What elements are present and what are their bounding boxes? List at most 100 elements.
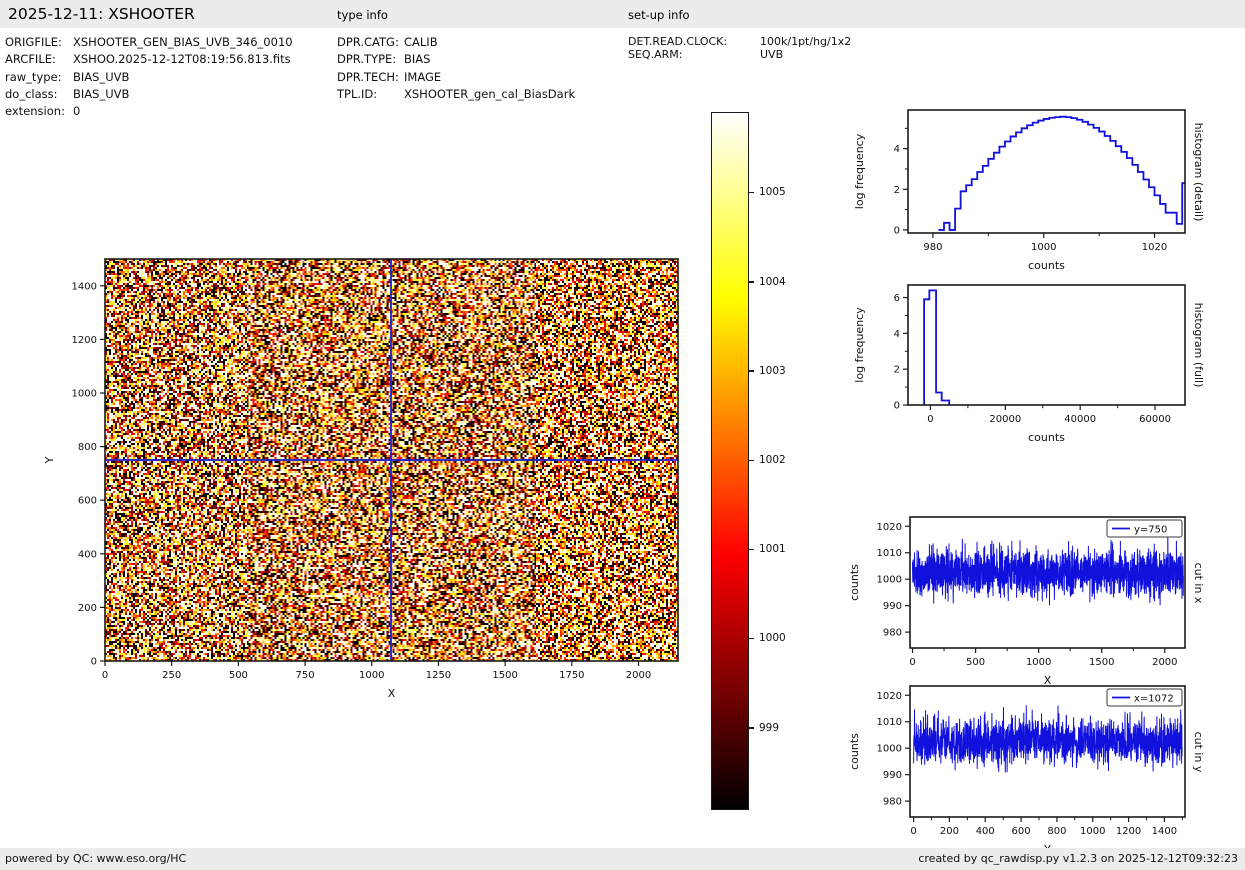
- svg-text:4: 4: [894, 329, 900, 340]
- type-info-block: DPR.CATG: CALIB DPR.TYPE: BIAS DPR.TECH: IMAG…: [337, 34, 575, 103]
- page-title: 2025-12-11: XSHOOTER: [8, 5, 195, 23]
- svg-text:400: 400: [78, 549, 97, 560]
- svg-text:1400: 1400: [72, 281, 97, 292]
- type-info-value: CALIB: [404, 35, 438, 49]
- file-info-value: BIAS_UVB: [73, 86, 130, 101]
- setup-info-key: SEQ.ARM:: [628, 48, 683, 61]
- svg-text:1500: 1500: [1089, 657, 1114, 668]
- file-info-value: BIAS_UVB: [73, 69, 130, 84]
- svg-text:2: 2: [894, 185, 900, 196]
- svg-text:980: 980: [883, 628, 902, 639]
- type-info-key: DPR.TYPE:: [337, 52, 397, 67]
- file-info-block: ORIGFILE: XSHOOTER_GEN_BIAS_UVB_346_0010 A…: [5, 34, 293, 120]
- svg-text:500: 500: [966, 657, 985, 668]
- svg-text:1200: 1200: [1116, 826, 1141, 837]
- svg-text:1750: 1750: [559, 670, 584, 681]
- cut_x-ylabel: counts: [848, 564, 861, 601]
- svg-text:0: 0: [102, 670, 108, 681]
- colorbar-tick: [749, 459, 754, 461]
- type-info-key: DPR.CATG:: [337, 35, 399, 49]
- cut-x-right-label: cut in x: [1192, 562, 1205, 603]
- file-info-row: do_class: BIAS_UVB: [5, 86, 293, 103]
- cut-y-right-label: cut in y: [1192, 731, 1205, 772]
- svg-text:750: 750: [296, 670, 315, 681]
- svg-text:2000: 2000: [1152, 657, 1177, 668]
- svg-text:1020: 1020: [1142, 242, 1167, 253]
- file-info-row: ARCFILE: XSHOO.2025-12-12T08:19:56.813.fi…: [5, 51, 293, 68]
- svg-text:1000: 1000: [877, 744, 902, 755]
- svg-text:500: 500: [229, 670, 248, 681]
- setup-info-row: SEQ.ARM: UVB: [628, 48, 851, 61]
- file-info-row: raw_type: BIAS_UVB: [5, 69, 293, 86]
- main-image-plot: 0 250 500 750 1000 1250 1500 1750 2000 0 200 400 600…: [43, 258, 679, 700]
- colorbar-tick-label: 1000: [759, 632, 786, 645]
- type-info-value: XSHOOTER_gen_cal_BiasDark: [404, 86, 576, 101]
- colorbar-tick: [749, 191, 754, 194]
- cut_y-legend-label: x=1072: [1134, 694, 1174, 705]
- svg-text:800: 800: [1047, 826, 1066, 837]
- type-info-row: DPR.TYPE: BIAS: [337, 51, 575, 68]
- cut_x-legend-label: y=750: [1134, 525, 1167, 536]
- colorbar-tick-label: 999: [759, 721, 780, 734]
- cut-y-plot: 0 200 400 600 800 1000 1200 1400 980 990 1000 1010 1…: [848, 685, 1186, 856]
- svg-text:1020: 1020: [877, 522, 902, 533]
- svg-text:400: 400: [976, 826, 995, 837]
- cut_x-legend: y=750: [1106, 519, 1183, 538]
- svg-text:1020: 1020: [877, 691, 902, 702]
- svg-text:2000: 2000: [626, 670, 651, 681]
- svg-text:1000: 1000: [1026, 657, 1051, 668]
- setup-info-block: DET.READ.CLOCK: 100k/1pt/hg/1x2 SEQ.ARM: UV…: [628, 35, 851, 61]
- svg-text:600: 600: [1012, 826, 1031, 837]
- svg-text:200: 200: [78, 603, 97, 614]
- file-info-key: extension:: [5, 104, 65, 119]
- type-info-row: TPL.ID: XSHOOTER_gen_cal_BiasDark: [337, 86, 575, 103]
- hist_full-xlabel: counts: [1028, 431, 1065, 444]
- svg-text:4: 4: [894, 144, 900, 155]
- file-info-value: XSHOO.2025-12-12T08:19:56.813.fits: [73, 52, 291, 67]
- svg-text:800: 800: [78, 442, 97, 453]
- svg-text:1000: 1000: [359, 670, 384, 681]
- svg-text:1000: 1000: [1031, 242, 1056, 253]
- setup-info-value: 100k/1pt/hg/1x2: [760, 35, 852, 48]
- svg-text:250: 250: [162, 670, 181, 681]
- file-info-key: ARCFILE:: [5, 52, 56, 67]
- type-info-value: IMAGE: [404, 69, 442, 84]
- hist_full-ylabel: log frequency: [853, 307, 866, 383]
- svg-text:0: 0: [910, 826, 916, 837]
- hist-full-plot: 0 20000 40000 60000 0 2 4 6 counts log frequency: [853, 284, 1186, 444]
- file-info-row: extension: 0: [5, 103, 293, 120]
- cut-x-plot: 0 500 1000 1500 2000980990100010101020Xcount…: [848, 516, 1186, 687]
- svg-text:200: 200: [940, 826, 959, 837]
- main_image-ylabel: Y: [43, 456, 56, 464]
- hist-detail-plot: 980 1000 1020024countslog frequency: [853, 109, 1186, 272]
- svg-text:1010: 1010: [877, 548, 902, 559]
- footer-bar: powered by QC: www.eso.org/HC created by…: [0, 848, 1245, 870]
- file-info-key: do_class:: [5, 86, 58, 101]
- svg-text:0: 0: [894, 401, 900, 412]
- colorbar-tick: [749, 637, 754, 640]
- header-bar: 2025-12-11: XSHOOTER type info set-up in…: [0, 0, 1245, 28]
- colorbar-tick-label: 1005: [759, 186, 786, 199]
- cut_y-ylabel: counts: [848, 733, 861, 770]
- colorbar-tick-label: 1001: [759, 543, 786, 556]
- svg-text:6: 6: [894, 293, 900, 304]
- hist-full-right-label: histogram (full): [1192, 302, 1205, 388]
- colorbar-tick: [749, 370, 754, 372]
- svg-text:1000: 1000: [72, 389, 97, 400]
- colorbar-tick-label: 1004: [759, 275, 786, 288]
- colorbar-tick-label: 1003: [759, 364, 786, 377]
- svg-text:2: 2: [894, 365, 900, 376]
- file-info-value: 0: [73, 104, 81, 119]
- svg-text:980: 980: [923, 242, 942, 253]
- svg-text:1400: 1400: [1152, 826, 1177, 837]
- type-info-row: DPR.CATG: CALIB: [337, 34, 575, 51]
- type-info-value: BIAS: [404, 52, 431, 67]
- colorbar-tick: [749, 281, 754, 283]
- setup-info-row: DET.READ.CLOCK: 100k/1pt/hg/1x2: [628, 35, 851, 48]
- file-info-value: XSHOOTER_GEN_BIAS_UVB_346_0010: [73, 35, 293, 49]
- cut_y-legend: x=1072: [1106, 688, 1183, 707]
- file-info-key: raw_type:: [5, 69, 62, 84]
- svg-text:20000: 20000: [989, 414, 1021, 425]
- svg-text:1000: 1000: [1080, 826, 1105, 837]
- svg-text:0: 0: [927, 414, 933, 425]
